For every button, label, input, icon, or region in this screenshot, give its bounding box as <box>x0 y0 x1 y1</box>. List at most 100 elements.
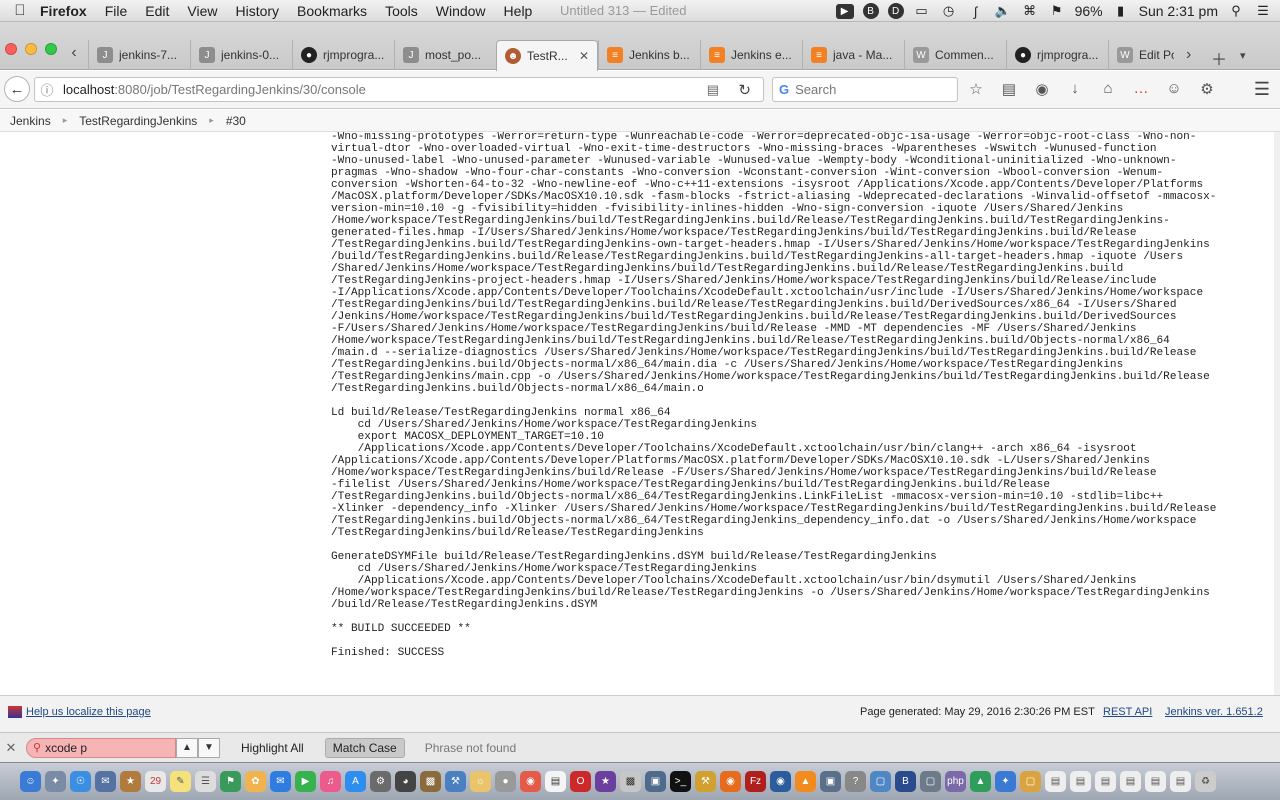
tab-active[interactable]: ☻ TestR... ✕ <box>496 40 598 71</box>
menu-window[interactable]: Window <box>436 3 486 19</box>
archive-icon[interactable]: ▩ <box>620 771 641 792</box>
pocket-icon[interactable]: ◉ <box>1032 80 1052 98</box>
utility-icon[interactable]: ☼ <box>470 771 491 792</box>
preview-icon[interactable]: ▩ <box>420 771 441 792</box>
menu-edit[interactable]: Edit <box>145 3 169 19</box>
url-text[interactable]: localhost:8080/job/TestRegardingJenkins/… <box>59 82 366 97</box>
android-icon[interactable]: ▲ <box>970 771 991 792</box>
menu-history[interactable]: History <box>235 3 279 19</box>
finder-icon[interactable]: ☺ <box>20 771 41 792</box>
apple-menu-icon[interactable]:  <box>0 2 40 19</box>
tab[interactable]: W Commen... <box>904 40 1006 70</box>
find-next-button[interactable]: ▼ <box>198 737 220 758</box>
stack-icon[interactable]: ▤ <box>1145 771 1166 792</box>
tab[interactable]: Jjenkins-0... <box>190 40 292 70</box>
php-icon[interactable]: php <box>945 771 966 792</box>
document-icon[interactable]: ▤ <box>545 771 566 792</box>
menu-help[interactable]: Help <box>504 3 533 19</box>
launchpad-icon[interactable]: ✦ <box>45 771 66 792</box>
localize-link[interactable]: Help us localize this page <box>26 706 151 718</box>
tab[interactable]: W Edit Post <box>1108 40 1182 70</box>
stack-icon[interactable]: ▤ <box>1070 771 1091 792</box>
xcode-icon[interactable]: ⚒ <box>445 771 466 792</box>
breadcrumb-separator-icon[interactable]: ▸ <box>209 115 214 126</box>
help-icon[interactable]: ? <box>845 771 866 792</box>
breadcrumb-separator-icon[interactable]: ▸ <box>63 115 68 126</box>
menu-bookmarks[interactable]: Bookmarks <box>297 3 367 19</box>
hamburger-menu-icon[interactable]: ☰ <box>1254 79 1270 100</box>
box-icon[interactable]: ▢ <box>870 771 891 792</box>
page-scrollbar[interactable] <box>1274 132 1280 695</box>
package-icon[interactable]: ▢ <box>920 771 941 792</box>
contacts-icon[interactable]: ★ <box>120 771 141 792</box>
tab[interactable]: ● rjmprogra... <box>1006 40 1108 70</box>
reminders-icon[interactable]: ☰ <box>195 771 216 792</box>
bbedit-icon[interactable]: B <box>895 771 916 792</box>
maps-icon[interactable]: ⚑ <box>220 771 241 792</box>
tab[interactable]: ≡ java - Ma... <box>802 40 904 70</box>
photos-icon[interactable]: ✿ <box>245 771 266 792</box>
calendar-icon[interactable]: 29 <box>145 771 166 792</box>
match-case-toggle[interactable]: Match Case <box>324 737 405 758</box>
find-previous-button[interactable]: ▲ <box>176 737 198 758</box>
volume-icon[interactable]: 🔈 <box>994 3 1012 19</box>
stack-icon[interactable]: ▤ <box>1095 771 1116 792</box>
clock[interactable]: Sun 2:31 pm <box>1139 3 1218 19</box>
breadcrumb-build[interactable]: #30 <box>226 114 246 128</box>
flag-icon[interactable]: ⚑ <box>1048 3 1066 19</box>
status-d-icon[interactable]: D <box>887 3 904 19</box>
tab[interactable]: ≡ Jenkins b... <box>598 40 700 70</box>
back-button[interactable]: ← <box>4 76 30 102</box>
url-bar[interactable]: ⓘ localhost:8080/job/TestRegardingJenkin… <box>34 77 764 102</box>
stack-icon[interactable]: ▤ <box>1170 771 1191 792</box>
extension-icon[interactable]: ⚙ <box>1197 80 1217 98</box>
app-store-icon[interactable]: A <box>345 771 366 792</box>
reload-icon[interactable]: ↻ <box>738 81 751 99</box>
vlc-icon[interactable]: ▲ <box>795 771 816 792</box>
menu-tools[interactable]: Tools <box>385 3 418 19</box>
tools-icon[interactable]: ⚒ <box>695 771 716 792</box>
site-info-icon[interactable]: ⓘ <box>35 80 59 99</box>
filezilla-icon[interactable]: Fz <box>745 771 766 792</box>
tab[interactable]: Jmost_po... <box>394 40 496 70</box>
activity-monitor-icon[interactable]: ◕ <box>395 771 416 792</box>
search-bar[interactable]: G Search <box>772 77 958 102</box>
battery-percent[interactable]: 96% <box>1075 3 1103 19</box>
opera-icon[interactable]: O <box>570 771 591 792</box>
itunes-icon[interactable]: ♫ <box>320 771 341 792</box>
bookmark-star-icon[interactable]: ☆ <box>966 80 986 98</box>
status-app-icon[interactable]: ▶ <box>835 3 854 19</box>
terminal-icon[interactable]: >_ <box>670 771 691 792</box>
close-tab-icon[interactable]: ✕ <box>579 49 589 63</box>
spotlight-icon[interactable]: ⚲ <box>1227 3 1245 19</box>
menu-view[interactable]: View <box>187 3 217 19</box>
google-search-icon[interactable]: G <box>779 82 789 97</box>
hello-icon[interactable]: ☺ <box>1164 80 1184 98</box>
airplay-icon[interactable]: ▭ <box>913 3 931 19</box>
status-b-icon[interactable]: B <box>862 3 879 19</box>
chrome-icon[interactable]: ◉ <box>520 771 541 792</box>
notification-center-icon[interactable]: ☰ <box>1254 3 1272 19</box>
new-tab-icon[interactable]: ＋ <box>1211 46 1227 70</box>
gimp-icon[interactable]: ● <box>495 771 516 792</box>
close-window-button[interactable] <box>5 43 17 55</box>
breadcrumb-job[interactable]: TestRegardingJenkins <box>79 114 197 128</box>
firefox-icon[interactable]: ◉ <box>720 771 741 792</box>
close-find-bar-icon[interactable]: ✕ <box>2 740 20 756</box>
screen-sharing-icon[interactable]: ▣ <box>820 771 841 792</box>
tab[interactable]: ≡ Jenkins e... <box>700 40 802 70</box>
menu-file[interactable]: File <box>105 3 128 19</box>
mail-icon[interactable]: ✉ <box>95 771 116 792</box>
scroll-tabs-left-icon[interactable]: ‹ <box>64 44 84 62</box>
messages-icon[interactable]: ✉ <box>270 771 291 792</box>
safari-icon[interactable]: ☉ <box>70 771 91 792</box>
bookmarks-menu-icon[interactable]: ▤ <box>999 80 1019 98</box>
tab[interactable]: ● rjmprogra... <box>292 40 394 70</box>
breadcrumb-jenkins[interactable]: Jenkins <box>10 114 51 128</box>
addon-dots-icon[interactable]: … <box>1131 80 1151 98</box>
find-input[interactable]: ⚲ xcode p <box>26 737 176 758</box>
swift-icon[interactable]: ✦ <box>995 771 1016 792</box>
star-app-icon[interactable]: ★ <box>595 771 616 792</box>
rest-api-link[interactable]: REST API <box>1103 706 1152 718</box>
stack-icon[interactable]: ▤ <box>1120 771 1141 792</box>
